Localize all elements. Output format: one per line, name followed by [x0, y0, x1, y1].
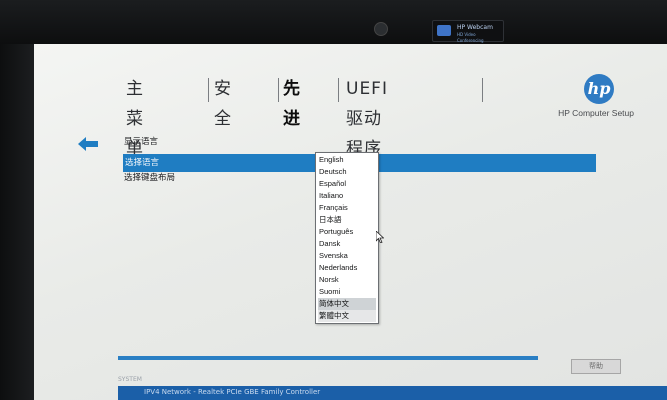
language-option[interactable]: Português	[318, 226, 376, 238]
network-status-text: IPV4 Network - Realtek PCIe GBE Family C…	[144, 388, 321, 396]
product-title: HP Computer Setup	[558, 108, 634, 118]
language-option[interactable]: English	[318, 154, 376, 166]
language-option[interactable]: Svenska	[318, 250, 376, 262]
menu-uefi-drivers[interactable]: UEFI 驱动程序	[346, 74, 388, 159]
language-option-highlighted[interactable]: 简体中文	[318, 298, 376, 310]
status-bar: IPV4 Network - Realtek PCIe GBE Family C…	[118, 386, 667, 400]
bios-screen: 主菜单 安全 先进 UEFI 驱动程序 hp HP Computer Setup…	[34, 44, 667, 400]
language-option[interactable]: Dansk	[318, 238, 376, 250]
language-option[interactable]: Italiano	[318, 190, 376, 202]
language-option[interactable]: 日本語	[318, 214, 376, 226]
display-language-heading: 显示语言	[124, 137, 159, 147]
webcam-badge-title: HP Webcam	[457, 24, 493, 31]
mouse-cursor-icon	[376, 231, 384, 243]
hp-logo: hp	[584, 74, 614, 104]
webcam-badge-subtitle: HD Video Conferencing	[457, 32, 484, 43]
language-option[interactable]: Nederlands	[318, 262, 376, 274]
menu-divider	[278, 78, 279, 102]
language-option-selected[interactable]: 繁體中文	[318, 310, 376, 322]
language-option[interactable]: Español	[318, 178, 376, 190]
laptop-bezel	[0, 0, 667, 44]
menu-security[interactable]: 安全	[214, 74, 233, 129]
bezel-left-edge	[0, 44, 34, 400]
language-option[interactable]: Français	[318, 202, 376, 214]
menu-divider	[338, 78, 339, 102]
webcam-logo-icon	[437, 25, 451, 36]
menu-main[interactable]: 主菜单	[126, 74, 145, 159]
back-arrow-icon[interactable]	[78, 137, 98, 151]
language-option[interactable]: Norsk	[318, 274, 376, 286]
menu-divider	[482, 78, 483, 102]
menu-advanced[interactable]: 先进	[283, 74, 302, 129]
webcam-badge: HP Webcam HD Video Conferencing	[432, 20, 504, 43]
info-divider-bar	[118, 356, 538, 360]
keyboard-layout-label[interactable]: 选择键盘布局	[124, 171, 175, 183]
menu-divider	[208, 78, 209, 102]
select-language-label: 选择语言	[125, 158, 160, 168]
language-dropdown[interactable]: English Deutsch Español Italiano Françai…	[315, 152, 379, 324]
language-option[interactable]: Deutsch	[318, 166, 376, 178]
help-button[interactable]: 帮助	[571, 359, 621, 374]
webcam-lens	[374, 22, 388, 36]
language-option[interactable]: Suomi	[318, 286, 376, 298]
faint-system-text: SYSTEM	[118, 376, 142, 383]
